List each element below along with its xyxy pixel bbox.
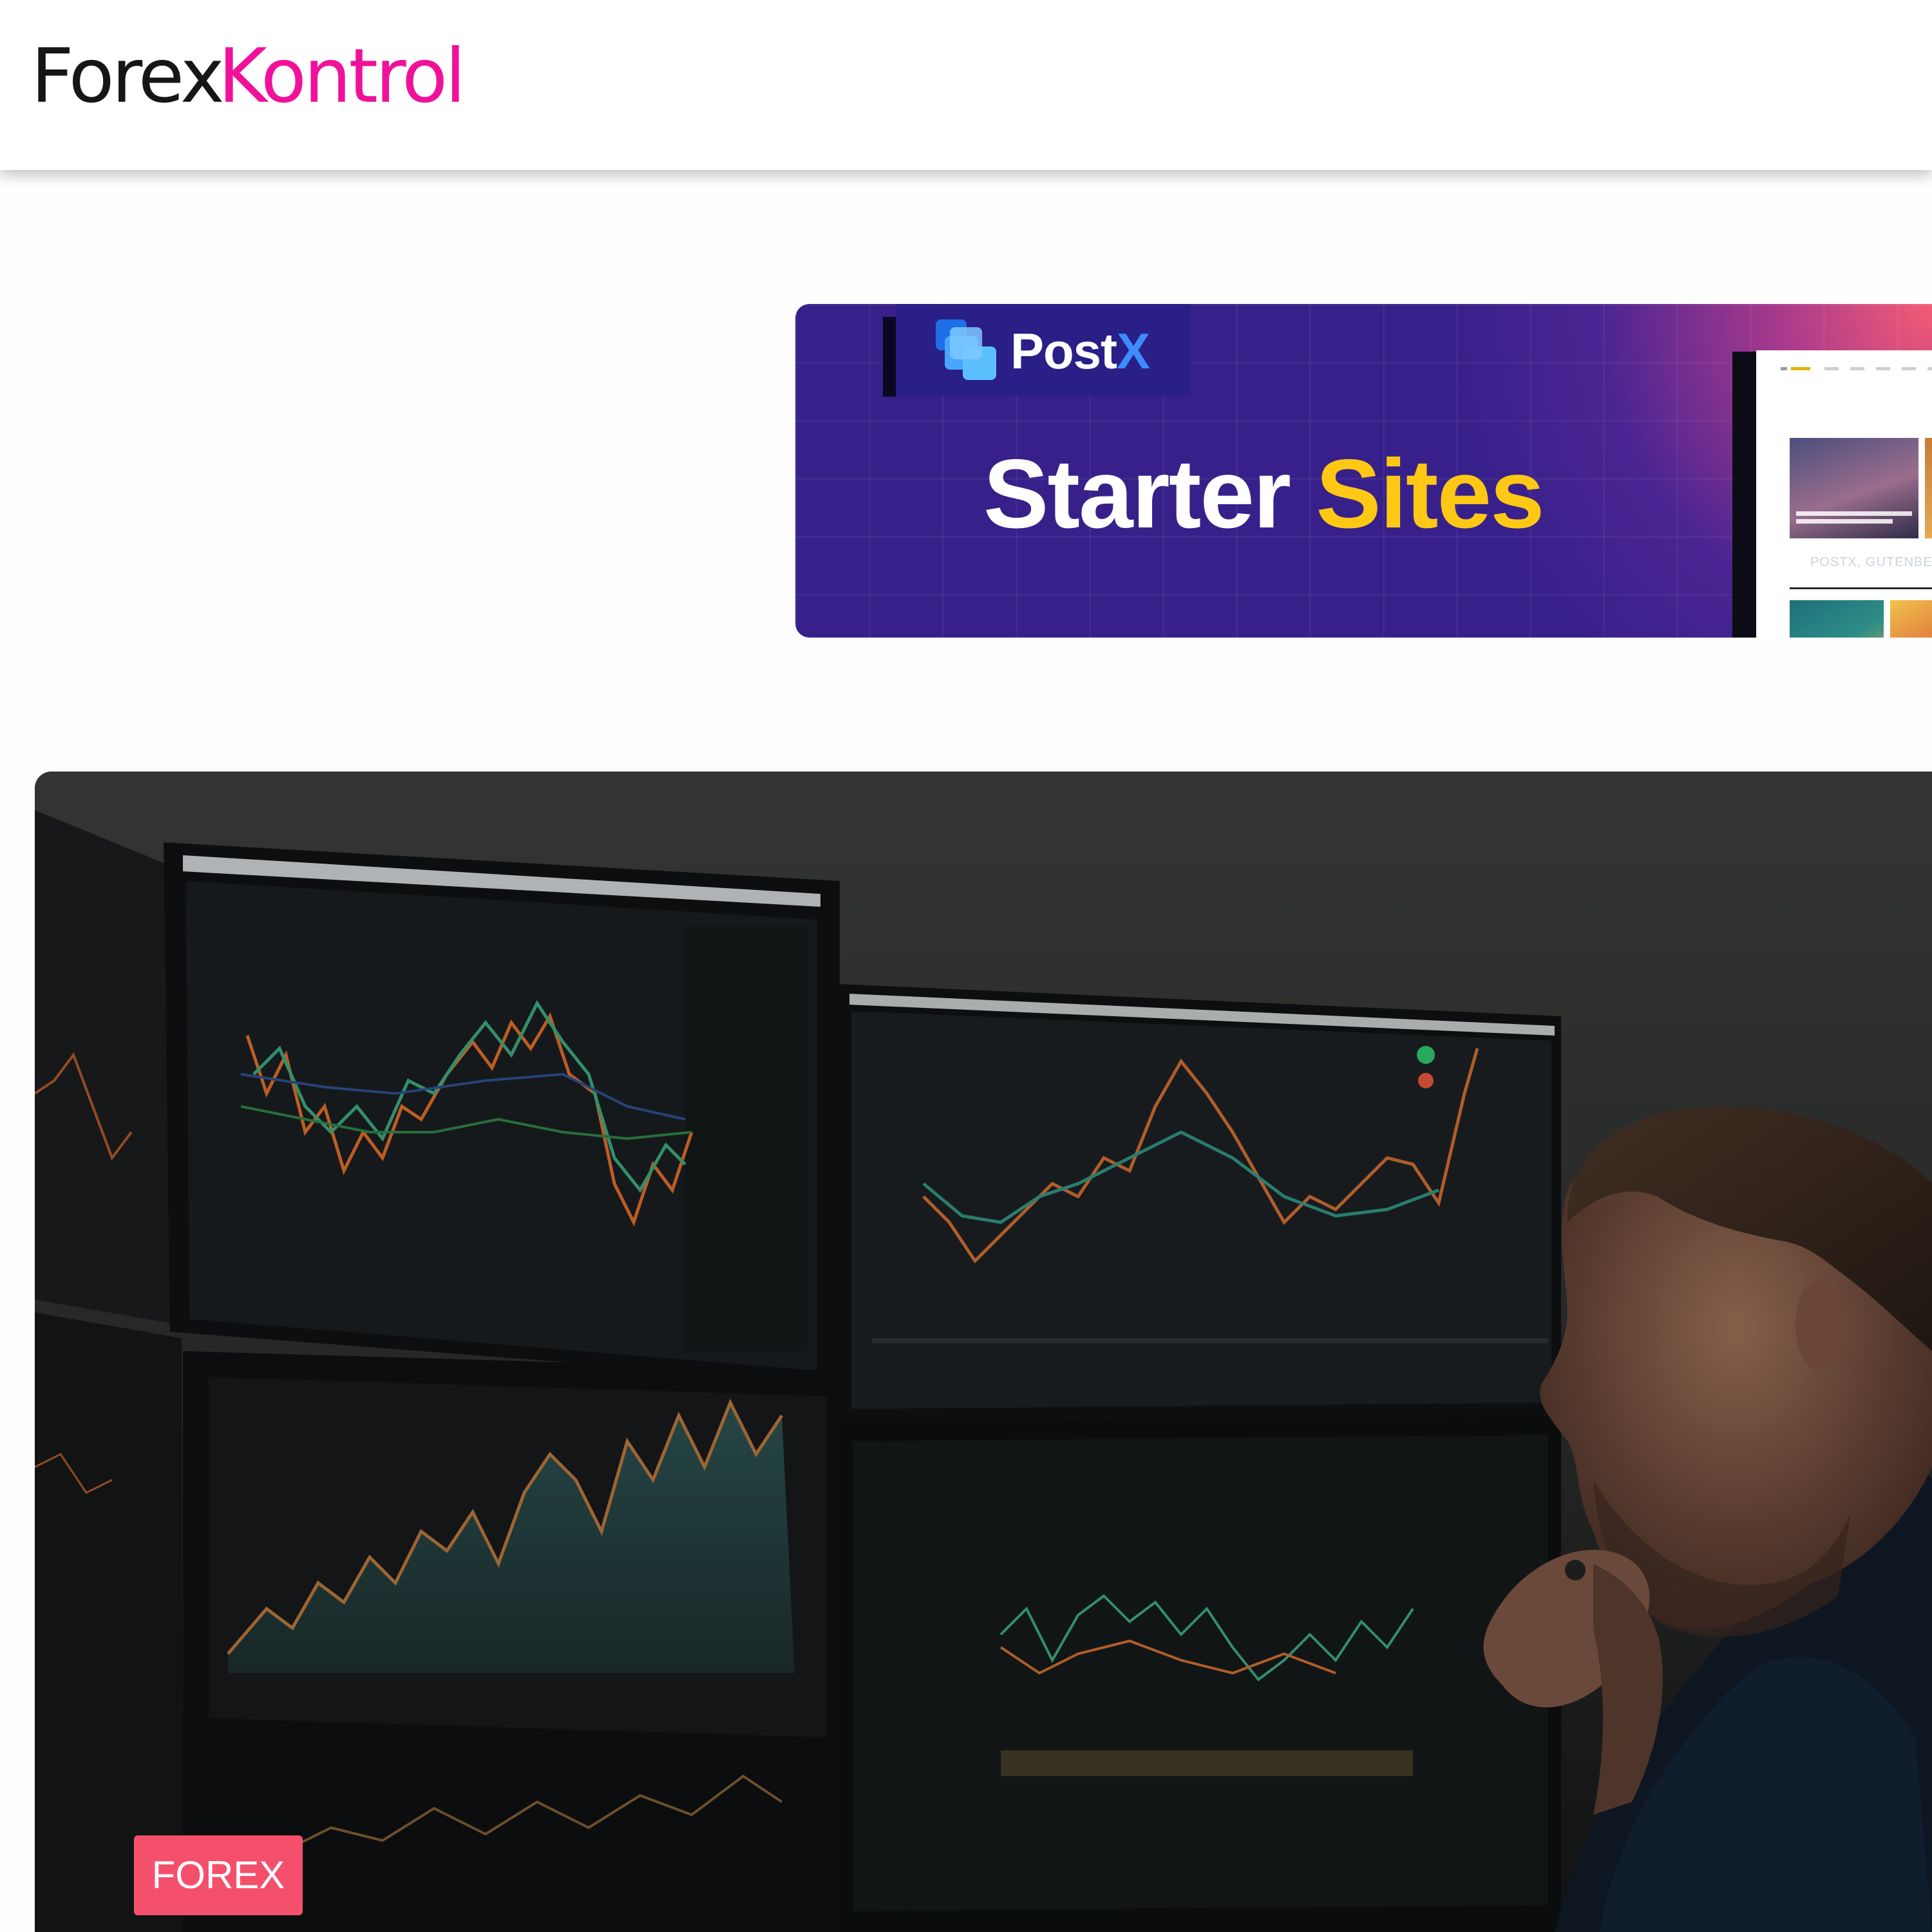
mockup-nav: [1769, 365, 1932, 372]
logo-text-forex: Forex: [31, 32, 225, 120]
mockup-thumb-side: [1925, 438, 1932, 538]
site-logo[interactable]: Forex Kontrol: [31, 31, 466, 121]
mockup-thumb-small: [1890, 600, 1932, 638]
website-mockup-edge: [1732, 352, 1758, 638]
website-mockup-preview: POSTX, GUTENBERG PO: [1756, 350, 1932, 638]
headline-sites: Sites: [1316, 439, 1544, 549]
banner-headline: Starter Sites: [983, 438, 1545, 551]
mockup-caption-line: [1796, 511, 1912, 516]
category-badge-forex[interactable]: FOREX: [134, 1835, 303, 1915]
postx-ad-banner[interactable]: PostX Starter Sites POSTX, GUTENBERG PO: [795, 304, 1932, 638]
mockup-thumb-person: [1790, 600, 1884, 638]
headline-starter: Starter: [983, 439, 1291, 549]
mockup-faint-title: POSTX, GUTENBERG PO: [1810, 555, 1932, 569]
postx-logo-icon: [936, 319, 996, 380]
trader-monitors-photo: [35, 772, 1932, 1932]
featured-post-card[interactable]: FOREX: [35, 772, 1932, 1932]
postx-brand-name: PostX: [1010, 323, 1150, 379]
logo-text-kontrol: Kontrol: [218, 32, 466, 120]
mockup-divider: [1790, 587, 1932, 589]
mockup-caption-line: [1796, 519, 1893, 524]
site-header: Forex Kontrol: [0, 0, 1932, 170]
postx-logo-box: PostX: [896, 304, 1191, 397]
